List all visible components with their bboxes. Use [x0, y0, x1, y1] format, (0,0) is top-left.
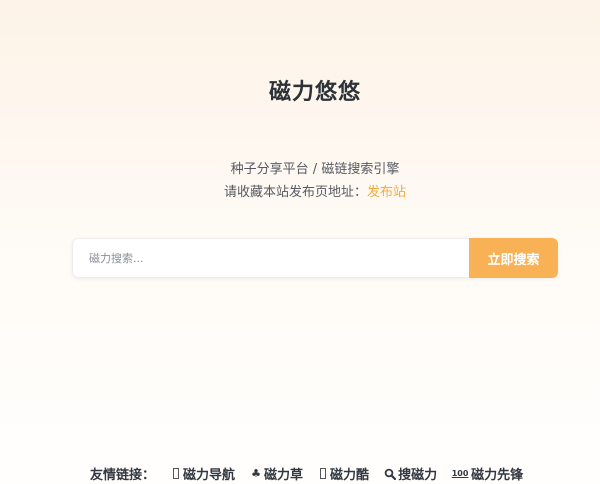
search-form: 立即搜索 — [72, 238, 558, 278]
friend-link-cili-daohang[interactable]: 磁力导航 — [171, 464, 235, 483]
publish-site-link[interactable]: 发布站 — [367, 185, 406, 200]
friend-link-sou-cili[interactable]: 搜磁力 — [384, 464, 437, 483]
box-icon — [173, 468, 180, 479]
friend-links-label: 友情链接： — [90, 468, 156, 483]
friend-link-cili-ku[interactable]: 磁力酷 — [318, 464, 369, 483]
box-icon — [320, 468, 327, 479]
hundred-points-icon: 100 — [451, 469, 469, 478]
friend-link-label: 磁力酷 — [330, 468, 370, 483]
friend-links-bar: 友情链接： 磁力导航 ♣ 磁力草 磁力酷 搜磁力 100 磁力先锋 — [90, 464, 523, 483]
friend-link-label: 搜磁力 — [398, 468, 438, 483]
magnifier-icon — [384, 467, 397, 481]
club-icon: ♣ — [251, 467, 261, 480]
site-title: 磁力悠悠 — [268, 80, 361, 105]
site-subtitle: 种子分享平台 / 磁链搜索引擎 — [230, 162, 400, 177]
search-input[interactable] — [72, 238, 469, 278]
bookmark-notice: 请收藏本站发布页地址：发布站 — [0, 181, 600, 200]
friend-link-cili-cao[interactable]: ♣ 磁力草 — [250, 464, 303, 483]
friend-link-label: 磁力草 — [264, 468, 304, 483]
friend-link-label: 磁力先锋 — [471, 468, 524, 483]
friend-link-label: 磁力导航 — [183, 468, 236, 483]
friend-link-cili-xianfeng[interactable]: 100 磁力先锋 — [452, 464, 523, 483]
bookmark-notice-text: 请收藏本站发布页地址： — [223, 185, 367, 200]
search-button[interactable]: 立即搜索 — [469, 238, 558, 278]
